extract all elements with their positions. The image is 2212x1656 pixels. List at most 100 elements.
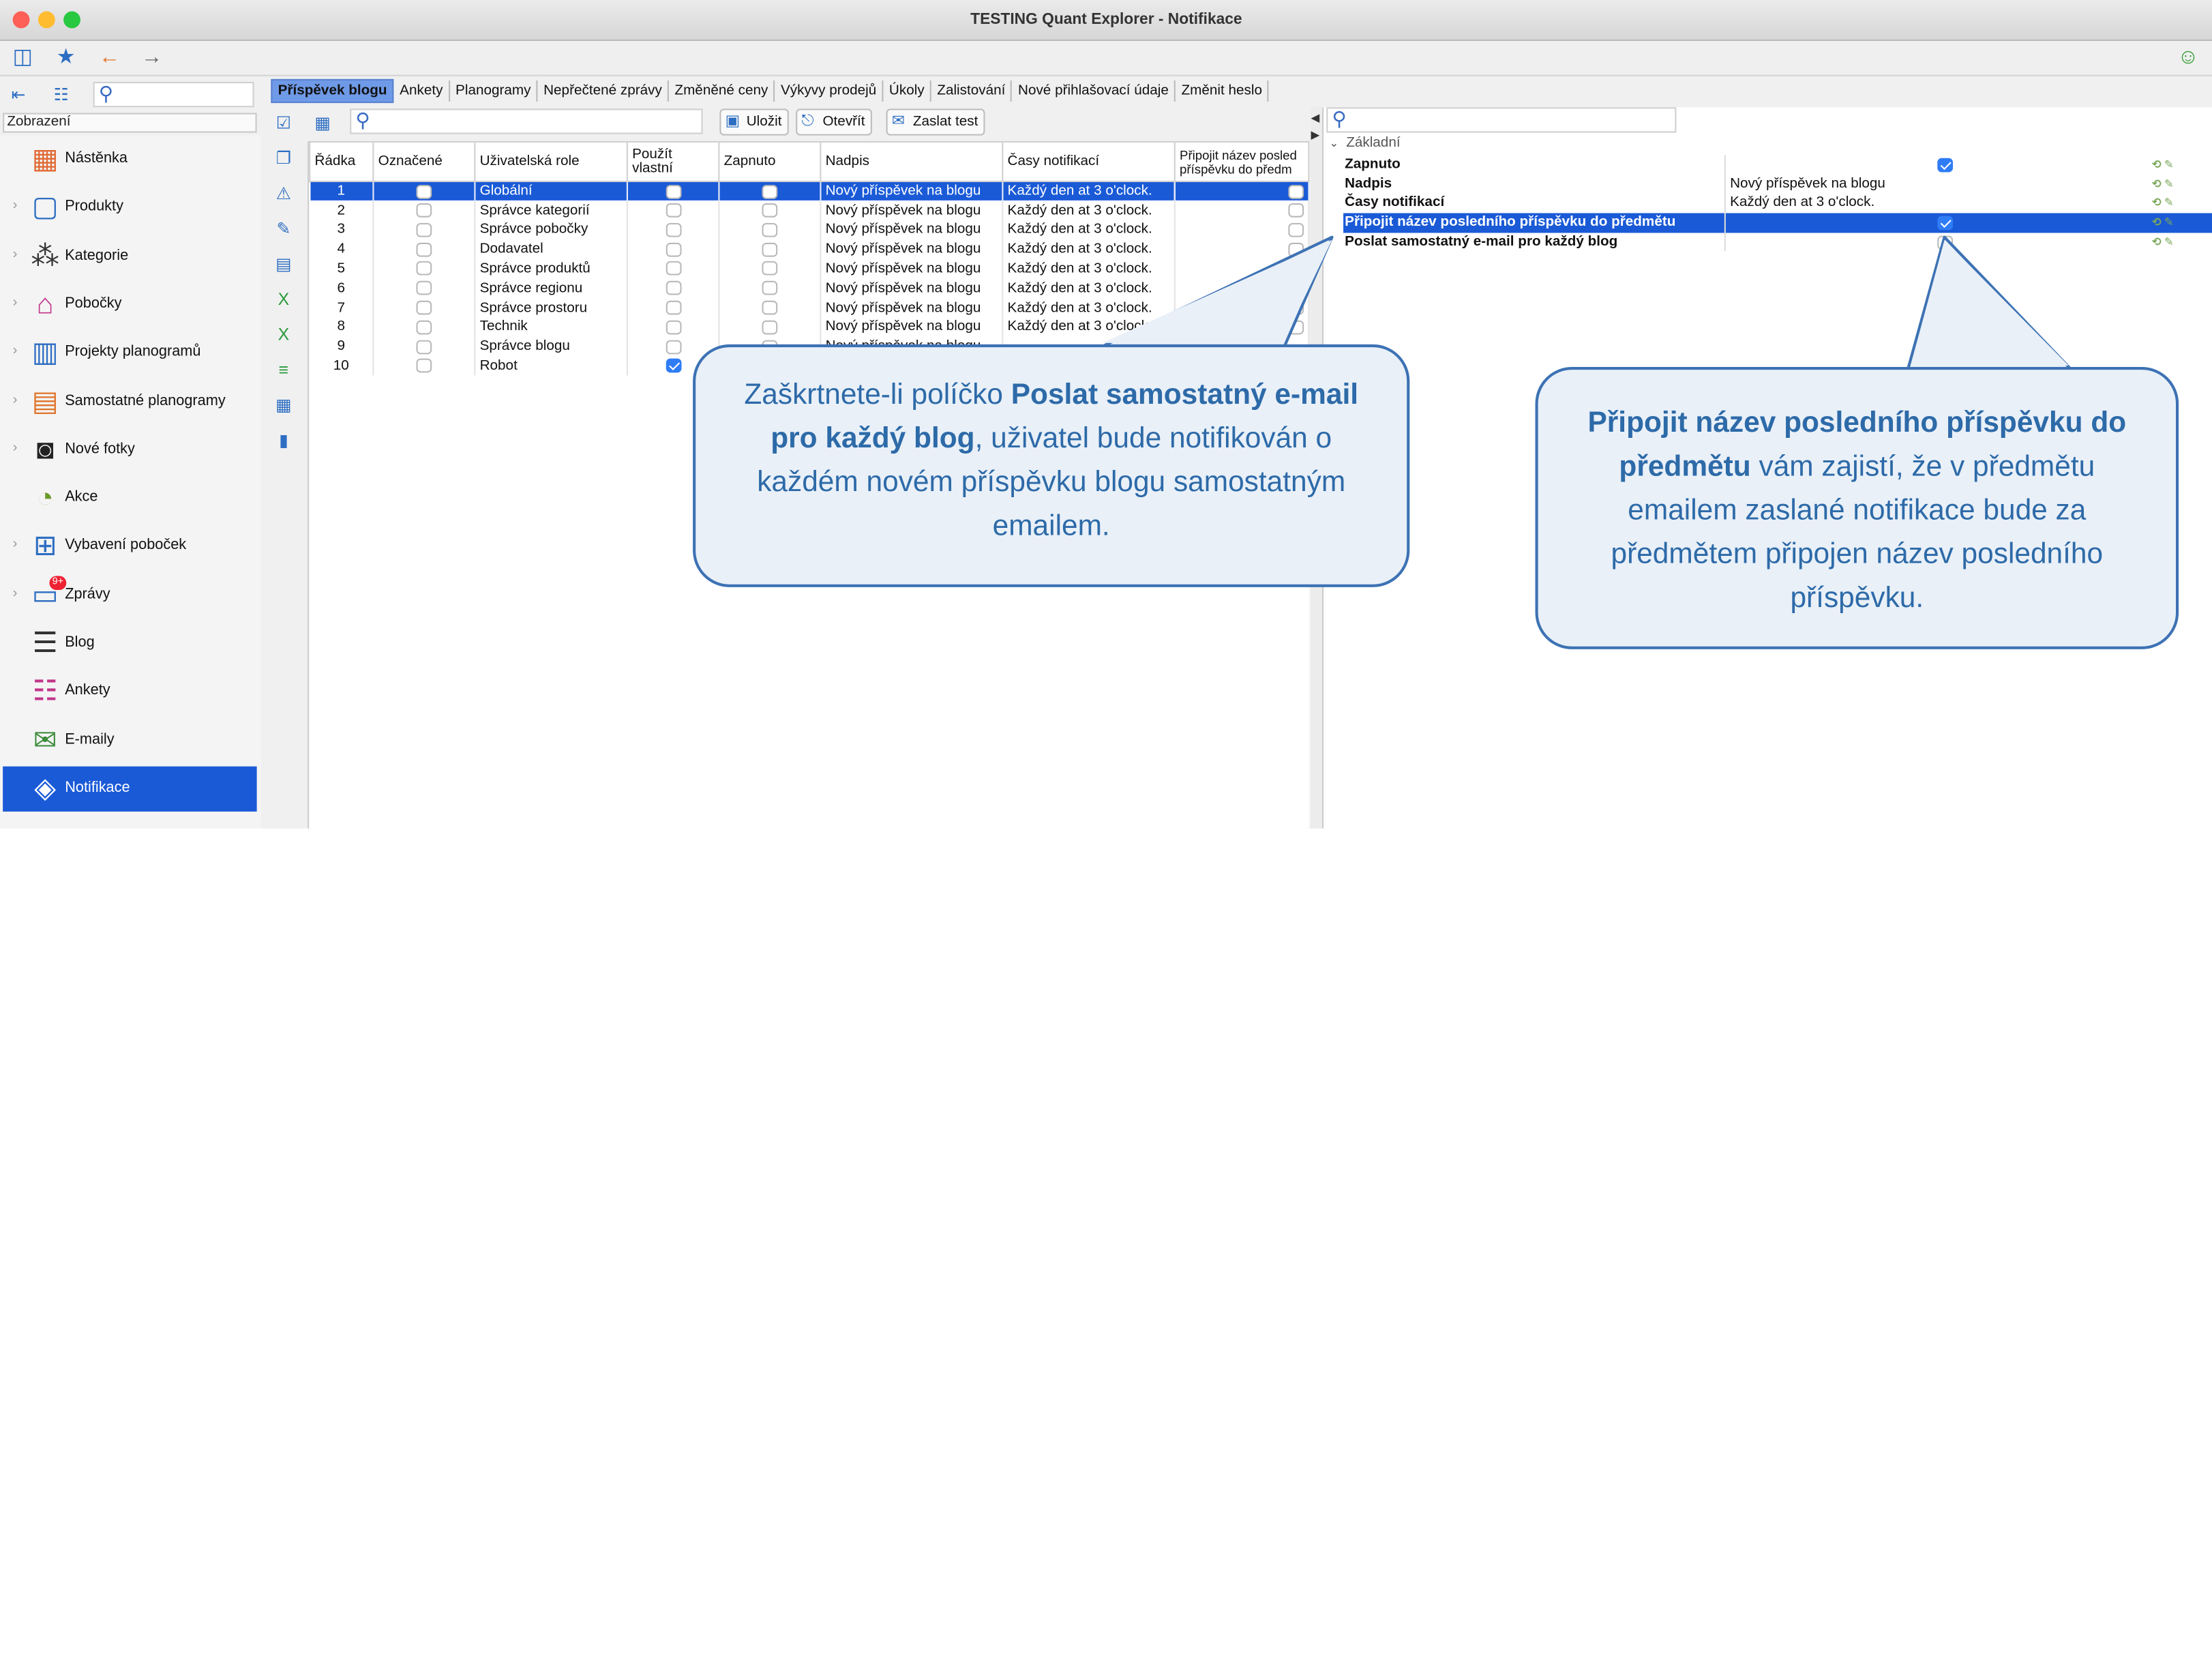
table-settings-icon[interactable]: ▦ bbox=[272, 394, 295, 416]
table-cell[interactable] bbox=[627, 259, 720, 279]
check-icon[interactable]: ☑ bbox=[272, 111, 295, 134]
chart-icon[interactable]: ▮ bbox=[272, 429, 295, 452]
arrow-right-icon[interactable]: → bbox=[141, 46, 162, 69]
table-cell[interactable] bbox=[719, 239, 822, 260]
checkbox[interactable] bbox=[665, 242, 681, 256]
warning-icon[interactable]: ⚠ bbox=[272, 182, 295, 205]
column-header[interactable]: Uživatelská role bbox=[474, 141, 628, 182]
reset-icon[interactable]: ⟲✎ bbox=[2152, 194, 2177, 212]
csv-icon[interactable]: ≡ bbox=[272, 359, 295, 381]
property-value[interactable]: Každý den at 3 o'clock. bbox=[1730, 194, 1874, 212]
table-search-input[interactable]: ⚲ bbox=[350, 108, 703, 134]
table-cell[interactable]: Každý den at 3 o'clock. bbox=[1002, 278, 1176, 299]
reset-icon[interactable]: ⟲✎ bbox=[2152, 233, 2177, 251]
table-cell[interactable]: Dodavatel bbox=[475, 239, 628, 260]
table-cell[interactable]: Správce produktů bbox=[475, 259, 628, 279]
checkbox[interactable] bbox=[762, 184, 778, 198]
arrow-left-icon[interactable]: ← bbox=[99, 46, 120, 69]
table-cell[interactable]: Každý den at 3 o'clock. bbox=[1002, 298, 1176, 318]
checkbox[interactable] bbox=[762, 222, 778, 237]
property-row[interactable]: Poslat samostatný e-mail pro každý blog ⟲… bbox=[1343, 233, 2212, 252]
checkbox[interactable] bbox=[665, 203, 681, 218]
property-row[interactable]: Nadpis Nový příspěvek na blogu ⟲✎ bbox=[1343, 174, 2212, 194]
open-button[interactable]: ⎋ Otevřít bbox=[796, 108, 872, 136]
table-cell[interactable] bbox=[627, 201, 720, 221]
save-button[interactable]: ▣ Uložit bbox=[719, 108, 789, 136]
table-cell[interactable]: Technik bbox=[475, 317, 628, 338]
table-cell[interactable] bbox=[373, 181, 476, 201]
table-cell[interactable] bbox=[627, 220, 720, 240]
table-cell[interactable]: Správce blogu bbox=[475, 337, 628, 357]
tab-3[interactable]: Nepřečtené zprávy bbox=[538, 80, 670, 102]
sidebar-item-1[interactable]: › ▢ Produkty bbox=[3, 186, 256, 231]
sidebar-item-5[interactable]: › ▤ Samostatné planogramy bbox=[3, 379, 256, 424]
table-cell[interactable] bbox=[1174, 278, 1310, 299]
checkbox[interactable] bbox=[1937, 216, 1954, 231]
table-cell[interactable] bbox=[373, 337, 476, 357]
table-cell[interactable] bbox=[1174, 201, 1310, 221]
table-cell[interactable]: Globální bbox=[475, 181, 628, 201]
checkbox[interactable] bbox=[665, 281, 681, 295]
table-cell[interactable]: Nový příspěvek na blogu bbox=[820, 220, 1004, 240]
table-cell[interactable] bbox=[1174, 259, 1310, 279]
table-cell[interactable]: Správce pobočky bbox=[475, 220, 628, 240]
table-cell[interactable]: Každý den at 3 o'clock. bbox=[1002, 239, 1176, 260]
reset-icon[interactable]: ⟲✎ bbox=[2152, 175, 2177, 193]
sidebar-item-11[interactable]: ☷ Ankety bbox=[3, 670, 256, 715]
checkbox[interactable] bbox=[1288, 203, 1304, 218]
table-cell[interactable]: 9 bbox=[310, 337, 374, 357]
table-row[interactable]: 3 Správce pobočky Nový příspěvek na blogu K… bbox=[310, 220, 1310, 240]
table-cell[interactable]: 2 bbox=[310, 201, 374, 221]
reset-icon[interactable]: ⟲✎ bbox=[2152, 213, 2177, 232]
table-cell[interactable]: Správce regionu bbox=[475, 278, 628, 299]
table-cell[interactable] bbox=[627, 239, 720, 260]
table-cell[interactable]: Každý den at 3 o'clock. bbox=[1002, 220, 1176, 240]
table-cell[interactable]: 7 bbox=[310, 298, 374, 318]
sidebar-search-input[interactable]: ⚲ bbox=[93, 82, 254, 108]
sidebar-item-9[interactable]: › ▭ 9+ Zprávy bbox=[3, 573, 256, 618]
chevron-right-icon[interactable]: › bbox=[13, 391, 18, 407]
checkbox[interactable] bbox=[762, 242, 778, 256]
tab-1[interactable]: Ankety bbox=[394, 80, 450, 102]
table-cell[interactable]: Robot bbox=[475, 356, 628, 376]
checkbox[interactable] bbox=[416, 203, 432, 218]
checkbox[interactable] bbox=[1937, 158, 1954, 173]
chevron-right-icon[interactable]: › bbox=[13, 246, 18, 262]
checkbox[interactable] bbox=[762, 300, 778, 315]
table-cell[interactable] bbox=[719, 259, 822, 279]
filter-icon[interactable]: ☷ bbox=[54, 83, 69, 106]
property-value[interactable]: Nový příspěvek na blogu bbox=[1730, 175, 1885, 193]
table-cell[interactable]: 4 bbox=[310, 239, 374, 260]
table-cell[interactable] bbox=[627, 278, 720, 299]
checkbox[interactable] bbox=[762, 261, 778, 276]
checkbox[interactable] bbox=[416, 281, 432, 295]
collapse-right-icon[interactable]: ▶ bbox=[1311, 128, 1319, 141]
checkbox[interactable] bbox=[416, 359, 432, 374]
table-row[interactable]: 7 Správce prostoru Nový příspěvek na blogu… bbox=[310, 298, 1310, 318]
checkbox[interactable] bbox=[665, 222, 681, 237]
sidebar-item-10[interactable]: ☰ Blog bbox=[3, 621, 256, 666]
checkbox[interactable] bbox=[416, 261, 432, 276]
column-header[interactable]: Časy notifikací bbox=[1002, 141, 1176, 182]
column-header[interactable]: Připojit název posled příspěvku do předm bbox=[1174, 141, 1310, 182]
table-cell[interactable] bbox=[373, 259, 476, 279]
sidebar-item-13[interactable]: ◈ Notifikace bbox=[3, 766, 257, 812]
chevron-right-icon[interactable]: › bbox=[13, 343, 18, 359]
checkbox[interactable] bbox=[416, 184, 432, 198]
table-cell[interactable] bbox=[719, 201, 822, 221]
list-icon[interactable]: ▤ bbox=[272, 252, 295, 275]
table-cell[interactable] bbox=[627, 298, 720, 318]
tab-7[interactable]: Zalistování bbox=[931, 80, 1013, 102]
property-group-header[interactable]: ⌄ Základní bbox=[1324, 136, 2212, 153]
excel-import-icon[interactable]: X bbox=[272, 323, 295, 346]
table-cell[interactable] bbox=[373, 278, 476, 299]
copy-icon[interactable]: ❐ bbox=[272, 147, 295, 169]
checkbox[interactable] bbox=[1288, 281, 1304, 295]
tab-4[interactable]: Změněné ceny bbox=[669, 80, 775, 102]
tab-8[interactable]: Nové přihlašovací údaje bbox=[1013, 80, 1176, 102]
checkbox[interactable] bbox=[665, 339, 681, 354]
sidebar-item-3[interactable]: › ⌂ Pobočky bbox=[3, 282, 256, 327]
column-header[interactable]: Nadpis bbox=[820, 141, 1004, 182]
table-filter-icon[interactable]: ▦ bbox=[314, 111, 330, 134]
chevron-right-icon[interactable]: › bbox=[13, 585, 18, 601]
